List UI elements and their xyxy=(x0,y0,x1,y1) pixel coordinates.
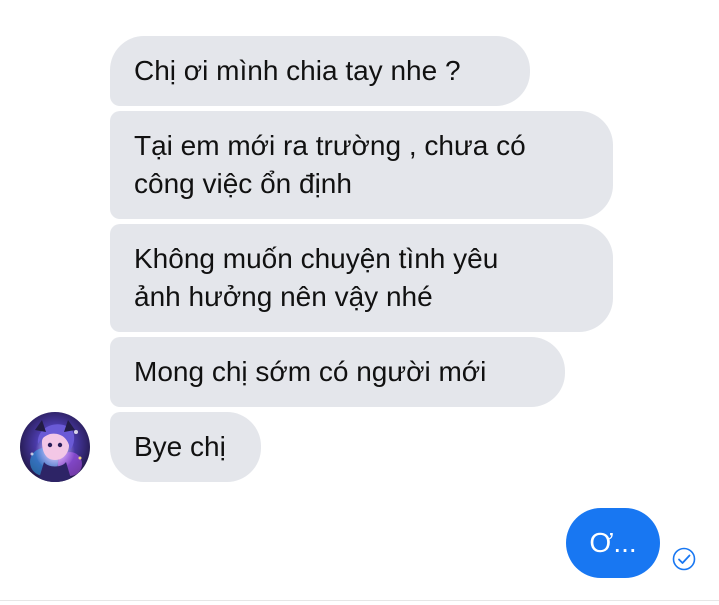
message-text: Ơ... xyxy=(589,527,637,558)
received-message-bubble[interactable]: Bye chị xyxy=(110,412,261,482)
received-message-bubble[interactable]: Chị ơi mình chia tay nhe ? xyxy=(110,36,530,106)
message-thread: Chị ơi mình chia tay nhe ? Tại em mới ra… xyxy=(0,0,719,605)
received-message-bubble[interactable]: Không muốn chuyện tình yêu ảnh hưởng nên… xyxy=(110,224,613,332)
check-circle-icon xyxy=(672,547,696,571)
received-message-bubble[interactable]: Tại em mới ra trường , chưa có công việc… xyxy=(110,111,613,219)
message-text: Tại em mới ra trường , chưa có công việc… xyxy=(134,130,526,199)
avatar-image xyxy=(20,412,90,482)
sent-message-bubble[interactable]: Ơ... xyxy=(566,508,660,578)
divider xyxy=(0,600,719,601)
message-text: Bye chị xyxy=(134,431,226,462)
message-text: Không muốn chuyện tình yêu ảnh hưởng nên… xyxy=(134,243,499,312)
message-text: Mong chị sớm có người mới xyxy=(134,356,487,387)
message-text: Chị ơi mình chia tay nhe ? xyxy=(134,55,461,86)
received-message-bubble[interactable]: Mong chị sớm có người mới xyxy=(110,337,565,407)
contact-avatar[interactable] xyxy=(20,412,90,482)
